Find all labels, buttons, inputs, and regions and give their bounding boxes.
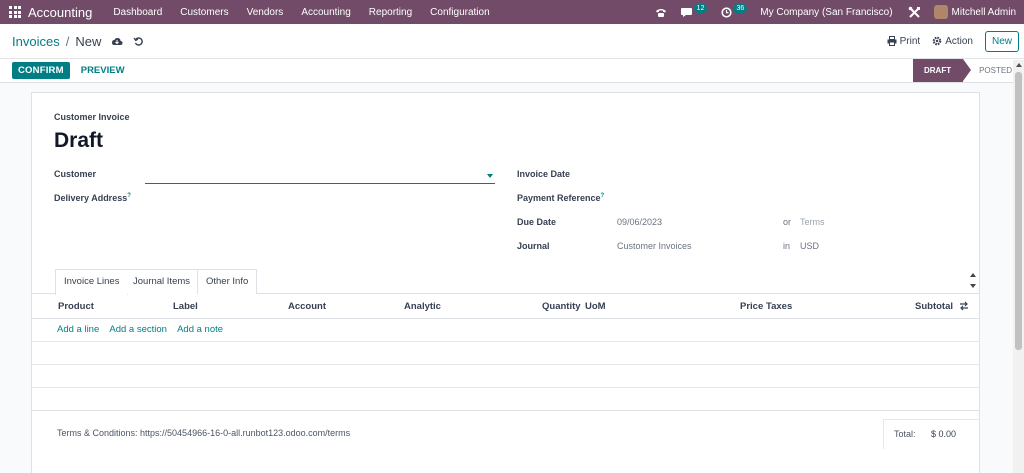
- add-line-links: Add a line Add a section Add a note: [57, 324, 231, 335]
- table-row: [32, 388, 979, 411]
- col-subtotal[interactable]: Subtotal: [915, 301, 953, 312]
- action-button[interactable]: Action: [932, 36, 973, 47]
- action-label: Action: [945, 35, 973, 47]
- menu-accounting[interactable]: Accounting: [301, 7, 350, 18]
- invoice-lines-header: Product Label Account Analytic Quantity …: [32, 294, 979, 319]
- breadcrumb-invoices[interactable]: Invoices: [12, 34, 60, 49]
- table-row: [32, 342, 979, 365]
- activities-clock-icon[interactable]: 36: [721, 3, 748, 18]
- activities-count-badge: 36: [733, 3, 748, 13]
- help-tooltip-icon[interactable]: ?: [127, 193, 131, 199]
- table-scroll-up-icon[interactable]: [970, 273, 976, 277]
- company-switcher[interactable]: My Company (San Francisco): [760, 7, 892, 18]
- tab-other-info[interactable]: Other Info: [197, 269, 258, 294]
- scrollbar-thumb[interactable]: [1015, 72, 1022, 350]
- form-statusbar: CONFIRM PREVIEW DRAFT POSTED: [0, 59, 1024, 83]
- phone-icon[interactable]: [655, 7, 667, 18]
- col-product[interactable]: Product: [58, 301, 94, 312]
- total-amount: $ 0.00: [931, 429, 957, 439]
- apps-menu-icon[interactable]: [8, 5, 22, 19]
- save-cloud-icon[interactable]: [111, 36, 123, 46]
- user-avatar[interactable]: [933, 5, 948, 19]
- col-label[interactable]: Label: [173, 301, 198, 312]
- invoice-form-sheet: Customer Invoice Draft Customer Delivery…: [31, 92, 980, 473]
- add-line-link[interactable]: Add a line: [57, 324, 99, 335]
- page-scrollbar[interactable]: [1013, 60, 1024, 473]
- messages-count-badge: 12: [693, 3, 708, 13]
- page-title: Draft: [54, 129, 104, 152]
- due-date-label: Due Date: [517, 217, 557, 227]
- user-menu[interactable]: Mitchell Admin: [952, 7, 1016, 18]
- due-date-field[interactable]: 09/06/2023: [617, 217, 662, 227]
- menu-dashboard[interactable]: Dashboard: [113, 7, 162, 18]
- scroll-up-arrow-icon[interactable]: [1016, 63, 1022, 67]
- col-taxes[interactable]: Taxes: [766, 301, 792, 312]
- customer-label: Customer: [54, 169, 97, 179]
- add-note-link[interactable]: Add a note: [177, 324, 223, 335]
- print-icon: [887, 36, 897, 46]
- table-row: [32, 365, 979, 388]
- journal-label: Journal: [517, 241, 550, 251]
- menu-vendors[interactable]: Vendors: [247, 7, 284, 18]
- app-brand[interactable]: Accounting: [28, 5, 92, 20]
- add-section-link[interactable]: Add a section: [109, 324, 167, 335]
- invoice-date-label: Invoice Date: [517, 169, 571, 179]
- customer-field[interactable]: [145, 170, 495, 184]
- footer-divider: [32, 410, 979, 411]
- control-panel: Invoices / New Print Action New: [0, 24, 1024, 59]
- payment-reference-label: Payment Reference?: [517, 193, 605, 203]
- col-quantity[interactable]: Quantity: [542, 301, 581, 312]
- menu-reporting[interactable]: Reporting: [369, 7, 412, 18]
- tab-journal-items[interactable]: Journal Items: [125, 269, 200, 294]
- total-label: Total:: [894, 429, 916, 439]
- optional-columns-icon[interactable]: [959, 301, 969, 314]
- breadcrumb: Invoices / New: [12, 34, 101, 49]
- payment-terms-field[interactable]: Terms: [800, 217, 825, 227]
- table-scroll-down-icon[interactable]: [970, 284, 976, 288]
- breadcrumb-current: New: [75, 33, 102, 49]
- menu-customers[interactable]: Customers: [180, 7, 228, 18]
- chevron-down-icon[interactable]: [487, 174, 493, 178]
- currency-field[interactable]: USD: [800, 241, 819, 251]
- debug-tools-icon[interactable]: [908, 6, 921, 19]
- col-uom[interactable]: UoM: [585, 301, 606, 312]
- journal-field[interactable]: Customer Invoices: [617, 241, 692, 251]
- breadcrumb-separator: /: [65, 33, 70, 49]
- menu-configuration[interactable]: Configuration: [430, 7, 489, 18]
- in-label: in: [783, 241, 791, 251]
- preview-button[interactable]: PREVIEW: [81, 65, 125, 76]
- gear-icon: [932, 36, 942, 46]
- status-stages: DRAFT POSTED: [912, 59, 1012, 82]
- discard-undo-icon[interactable]: [133, 36, 144, 47]
- stage-draft[interactable]: DRAFT: [912, 59, 972, 82]
- terms-conditions-text[interactable]: Terms & Conditions: https://50454966-16-…: [57, 428, 350, 438]
- notebook-tabs: Invoice Lines Journal Items Other Info: [32, 269, 979, 295]
- or-label: or: [783, 217, 792, 227]
- delivery-address-label: Delivery Address?: [54, 193, 131, 203]
- top-navbar: Accounting Dashboard Customers Vendors A…: [0, 0, 1024, 24]
- move-type-label: Customer Invoice: [54, 112, 130, 122]
- messaging-icon[interactable]: 12: [680, 3, 708, 18]
- help-tooltip-icon[interactable]: ?: [601, 193, 605, 199]
- col-price[interactable]: Price: [740, 301, 763, 312]
- new-button[interactable]: New: [984, 30, 1019, 52]
- col-analytic[interactable]: Analytic: [404, 301, 441, 312]
- print-label: Print: [899, 35, 921, 47]
- col-account[interactable]: Account: [288, 301, 326, 312]
- confirm-button[interactable]: CONFIRM: [12, 62, 70, 79]
- print-button[interactable]: Print: [887, 35, 921, 47]
- tab-invoice-lines[interactable]: Invoice Lines: [55, 269, 129, 295]
